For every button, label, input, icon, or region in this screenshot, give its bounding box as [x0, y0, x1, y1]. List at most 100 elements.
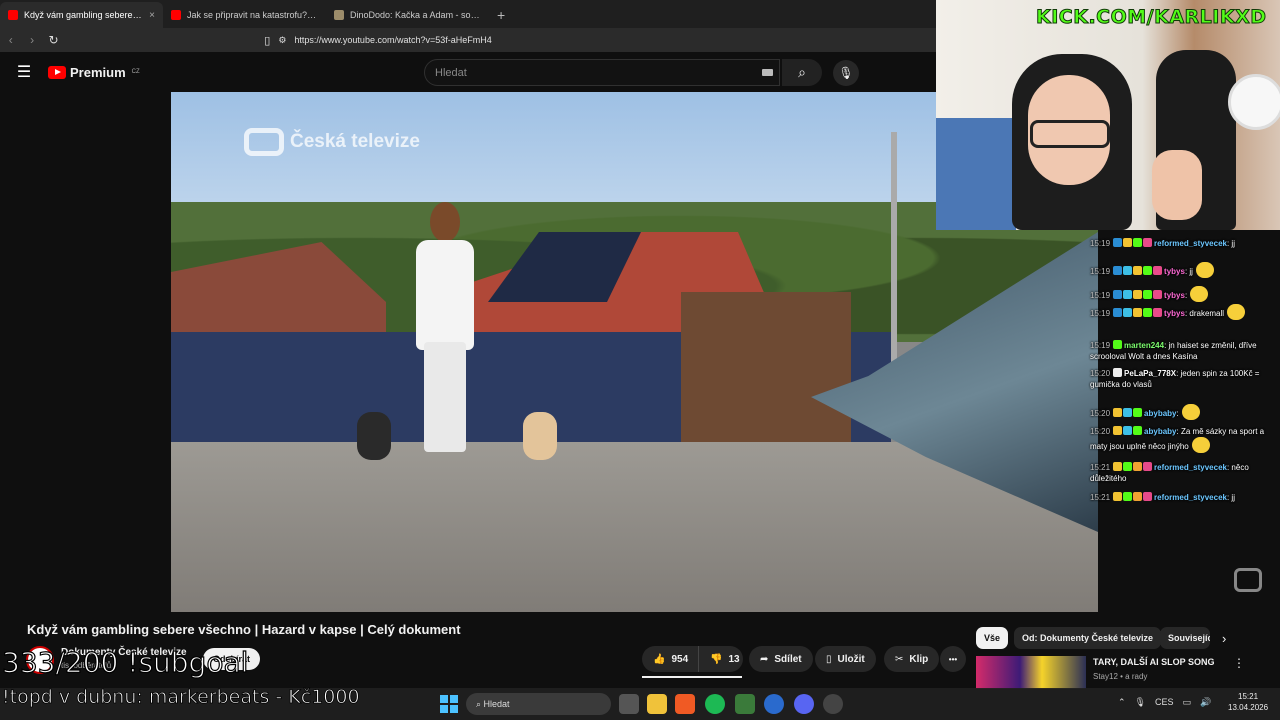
kebab-menu-icon[interactable]: ⋮ — [1233, 656, 1245, 670]
chat-badge-icon — [1123, 238, 1133, 247]
search-icon: ⌕ — [798, 64, 806, 80]
keyboard-icon[interactable] — [762, 69, 773, 76]
dislike-button[interactable]: 👎 13 — [698, 646, 743, 672]
chat-emote-icon — [1181, 404, 1200, 420]
volume-icon[interactable]: 🔊 — [1200, 697, 1211, 708]
taskbar-search[interactable]: ⌕ Hledat — [466, 693, 611, 715]
chat-username[interactable]: marten244 — [1124, 341, 1164, 350]
chat-badge-icon — [1123, 290, 1133, 299]
chat-badge-icon — [1123, 426, 1133, 435]
subgoal-overlay: 333/200 !subgoal — [1, 645, 249, 679]
new-tab-button[interactable]: + — [489, 7, 513, 28]
chevron-right-icon[interactable]: › — [1222, 631, 1226, 646]
language-indicator[interactable]: CES — [1155, 697, 1174, 708]
chat-badge-icon — [1143, 238, 1153, 247]
chat-emote-icon — [1191, 437, 1210, 453]
discord-icon[interactable] — [794, 694, 814, 714]
chat-username[interactable]: abybaby — [1144, 427, 1176, 436]
voice-search-button[interactable]: 🎙 — [833, 60, 859, 86]
chat-username[interactable]: reformed_styvecek — [1154, 463, 1227, 472]
browser-tab[interactable]: Když vám gambling sebere všechno × — [0, 2, 163, 28]
chat-badge-icon — [1143, 492, 1153, 501]
chat-username[interactable]: abybaby — [1144, 409, 1176, 418]
chat-message: 15:20 PeLaPa_778X: jeden spin za 100Kč = … — [1090, 368, 1276, 390]
site-info-icon[interactable]: ⚙ — [278, 35, 286, 46]
tab-label: Když vám gambling sebere všechno — [24, 10, 143, 20]
taskbar-search-label: Hledat — [483, 699, 510, 709]
youtube-favicon-icon — [8, 10, 18, 20]
url-field[interactable]: ▯ ⚙ https://www.youtube.com/watch?v=53f-… — [264, 30, 936, 50]
chat-badge-icon — [1123, 266, 1133, 275]
search-button[interactable]: ⌕ — [782, 59, 822, 86]
chat-username[interactable]: tybys — [1164, 309, 1185, 318]
chat-badge-icon — [1113, 290, 1123, 299]
chat-badge-icon — [1153, 266, 1163, 275]
chat-badge-icon — [1113, 308, 1123, 317]
chat-message: 15:20 abybaby: — [1090, 404, 1276, 420]
close-tab-icon[interactable]: × — [149, 10, 155, 21]
back-icon[interactable]: ‹ — [0, 33, 21, 47]
chat-badge-icon — [1113, 462, 1123, 471]
webcam-hand — [1152, 150, 1202, 220]
clip-button[interactable]: ✂ Klip — [884, 646, 940, 672]
chat-badge-icon — [1123, 492, 1133, 501]
video-scene-dog — [357, 412, 391, 460]
chat-badge-icon — [1133, 290, 1143, 299]
recommended-video-thumbnail[interactable] — [976, 656, 1086, 689]
chat-text: : jj — [1184, 267, 1193, 276]
video-scene-dog — [523, 412, 557, 460]
more-actions-button[interactable]: ••• — [940, 646, 966, 672]
system-tray: ⌃ 🎙 CES ▭ 🔊 — [1118, 697, 1211, 708]
chat-message: 15:21 reformed_styvecek: jj — [1090, 492, 1276, 503]
recommended-video-title[interactable]: TARY, DALŠÍ AI SLOP SONG — [1093, 657, 1215, 667]
microphone-icon[interactable]: 🎙 — [1135, 697, 1146, 708]
chat-message: 15:19 tybys: — [1090, 286, 1276, 302]
dislike-count: 13 — [728, 653, 740, 665]
spotify-icon[interactable] — [705, 694, 725, 714]
chip-related[interactable]: Související — [1160, 627, 1210, 649]
chat-message: 15:20 abybaby: Za mě sázky na sport a mat… — [1090, 426, 1276, 453]
search-input[interactable]: Hledat — [424, 59, 780, 86]
share-label: Sdílet — [774, 653, 802, 665]
page-favicon-icon — [334, 10, 344, 20]
chat-text: : — [1184, 291, 1188, 300]
chat-username[interactable]: tybys — [1164, 267, 1185, 276]
kick-channel-banner: KICK.COM/KARLIKXD — [1036, 6, 1267, 29]
wifi-icon[interactable]: ▭ — [1183, 697, 1192, 708]
file-explorer-icon[interactable] — [647, 694, 667, 714]
browser-tab[interactable]: Jak se připravit na katastrofu? | What — [163, 2, 326, 28]
chat-message: 15:19 tybys: drakemall — [1090, 304, 1276, 320]
ccleaner-icon[interactable] — [764, 694, 784, 714]
chip-all[interactable]: Vše — [976, 627, 1009, 649]
chip-from-channel[interactable]: Od: Dokumenty České televize — [1014, 627, 1162, 649]
url-text: https://www.youtube.com/watch?v=53f-aHeF… — [294, 35, 492, 45]
save-button[interactable]: ▯ Uložit — [815, 646, 876, 672]
brave-browser-icon[interactable] — [675, 694, 695, 714]
webcam-fan — [1228, 74, 1280, 130]
browser-tab[interactable]: DinoDodo: Kačka a Adam - sourozen — [326, 2, 489, 28]
obs-icon[interactable] — [823, 694, 843, 714]
chat-username[interactable]: reformed_styvecek — [1154, 239, 1227, 248]
chat-badge-icon — [1113, 266, 1123, 275]
menu-icon[interactable]: ☰ — [0, 62, 48, 82]
bookmark-icon[interactable]: ▯ — [264, 34, 270, 47]
chat-badge-icon — [1113, 368, 1123, 377]
reload-icon[interactable]: ↻ — [43, 33, 64, 47]
taskbar-clock[interactable]: 15:21 13.04.2026 — [1228, 691, 1268, 713]
chat-badge-icon — [1133, 492, 1143, 501]
task-view-icon[interactable] — [619, 694, 639, 714]
like-button[interactable]: 👍 954 — [642, 646, 698, 672]
youtube-logo[interactable]: Premium CZ — [48, 65, 140, 80]
chat-badge-icon — [1143, 266, 1153, 275]
windows-start-icon[interactable] — [440, 695, 458, 713]
chat-username[interactable]: tybys — [1164, 291, 1185, 300]
chat-username[interactable]: PeLaPa_778X — [1124, 369, 1176, 378]
forward-icon[interactable]: › — [21, 33, 42, 47]
app-icon[interactable] — [735, 694, 755, 714]
chat-badge-icon — [1113, 426, 1123, 435]
chat-username[interactable]: reformed_styvecek — [1154, 493, 1227, 502]
share-button[interactable]: ➦ Sdílet — [749, 646, 813, 672]
tray-expand-icon[interactable]: ⌃ — [1118, 697, 1126, 708]
ct-watermark: Česká televize — [244, 128, 420, 156]
address-bar-row: ‹ › ↻ ▯ ⚙ https://www.youtube.com/watch?… — [0, 28, 936, 52]
